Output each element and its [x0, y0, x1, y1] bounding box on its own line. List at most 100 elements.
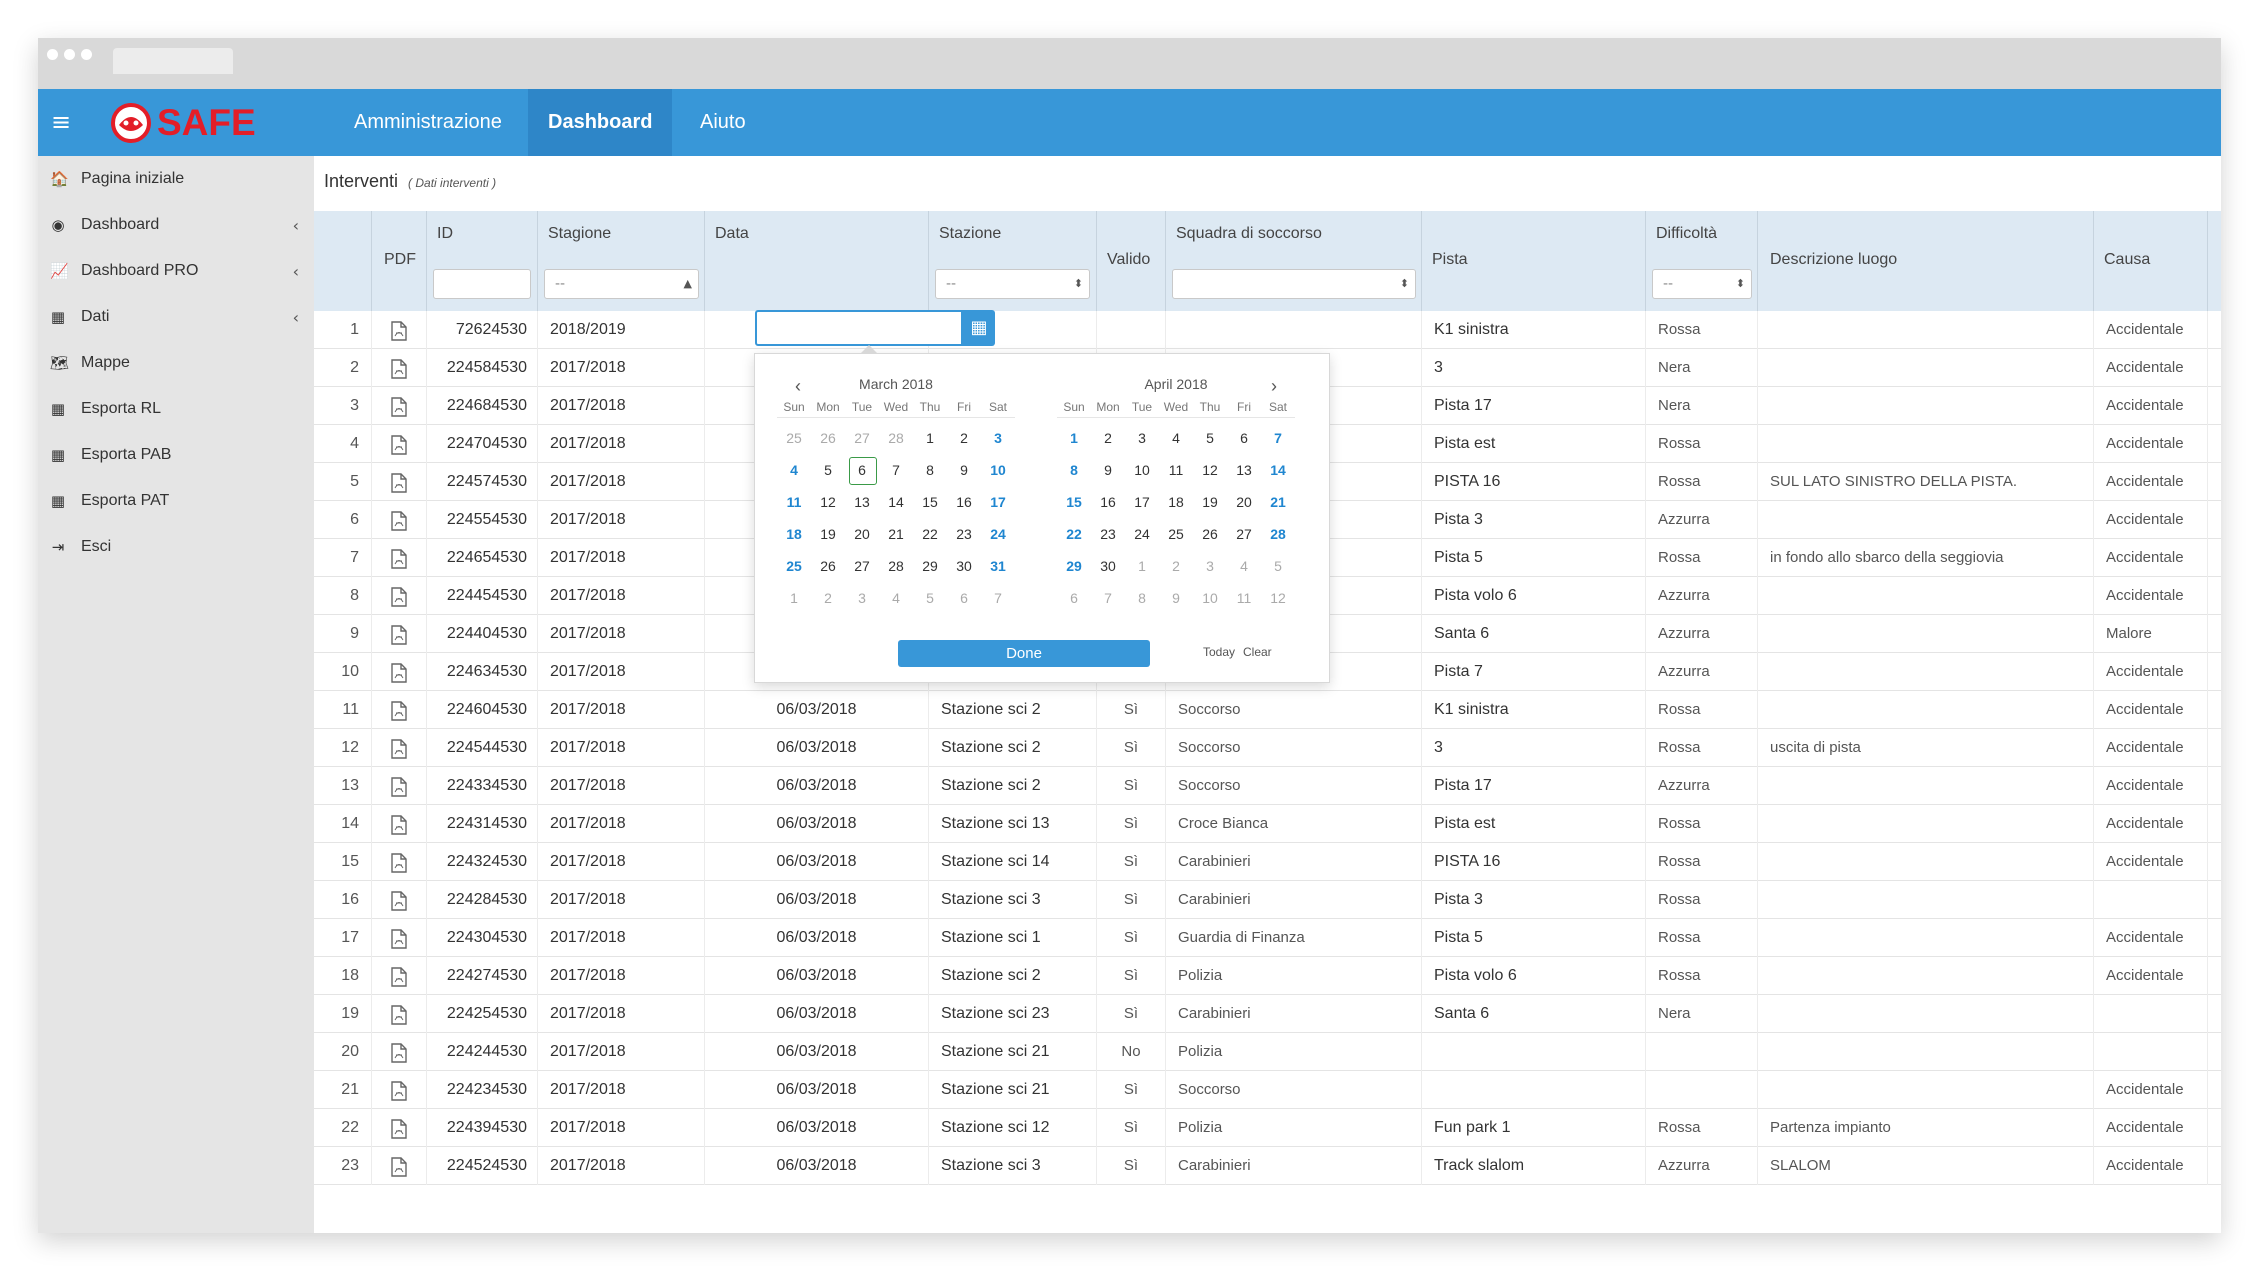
- chevron-left-icon[interactable]: ‹: [293, 262, 299, 281]
- window-dot-icon[interactable]: [64, 49, 75, 60]
- calendar-day[interactable]: 1: [1057, 422, 1091, 454]
- window-dot-icon[interactable]: [81, 49, 92, 60]
- app-logo[interactable]: SAFE: [111, 102, 256, 143]
- calendar-day[interactable]: 16: [1091, 486, 1125, 518]
- calendar-day[interactable]: 26: [811, 550, 845, 582]
- table-row[interactable]: 13 224334530 2017/2018 06/03/2018 Stazione s…: [314, 767, 2221, 805]
- header-difficolta[interactable]: Difficoltà -- ⬍: [1645, 211, 1757, 311]
- calendar-day[interactable]: 22: [1057, 518, 1091, 550]
- calendar-day[interactable]: 4: [879, 582, 913, 614]
- calendar-day[interactable]: 10: [1193, 582, 1227, 614]
- table-row[interactable]: 19 224254530 2017/2018 06/03/2018 Stazione s…: [314, 995, 2221, 1033]
- calendar-day[interactable]: 27: [845, 422, 879, 454]
- table-row[interactable]: 21 224234530 2017/2018 06/03/2018 Stazione s…: [314, 1071, 2221, 1109]
- calendar-day[interactable]: 12: [1261, 582, 1295, 614]
- sidebar-item-dashboard[interactable]: ◉ Dashboard ‹: [38, 202, 314, 248]
- sidebar-item-esci[interactable]: ⇥ Esci: [38, 524, 314, 570]
- calendar-day[interactable]: 4: [1227, 550, 1261, 582]
- calendar-day[interactable]: 6: [1227, 422, 1261, 454]
- clear-button[interactable]: Clear: [1243, 645, 1272, 659]
- calendar-day[interactable]: 9: [1159, 582, 1193, 614]
- pdf-icon[interactable]: [371, 425, 426, 463]
- calendar-day[interactable]: 29: [1057, 550, 1091, 582]
- calendar-day[interactable]: 26: [811, 422, 845, 454]
- nav-amministrazione[interactable]: Amministrazione: [334, 89, 522, 156]
- calendar-day[interactable]: 17: [981, 486, 1015, 518]
- calendar-day[interactable]: 14: [879, 486, 913, 518]
- header-pdf[interactable]: PDF: [371, 211, 426, 311]
- sidebar-item-esporta-pat[interactable]: ▦ Esporta PAT: [38, 478, 314, 524]
- hamburger-menu-icon[interactable]: ≡: [51, 107, 71, 137]
- calendar-day[interactable]: 2: [1091, 422, 1125, 454]
- calendar-day[interactable]: 22: [913, 518, 947, 550]
- calendar-day[interactable]: 25: [777, 550, 811, 582]
- pdf-icon[interactable]: [371, 729, 426, 767]
- pdf-icon[interactable]: [371, 501, 426, 539]
- calendar-day[interactable]: 5: [1261, 550, 1295, 582]
- header-causa[interactable]: Causa: [2093, 211, 2207, 311]
- calendar-day[interactable]: 3: [981, 422, 1015, 454]
- calendar-day[interactable]: 11: [1159, 454, 1193, 486]
- squadra-filter-select[interactable]: ⬍: [1172, 269, 1416, 299]
- table-row[interactable]: 20 224244530 2017/2018 06/03/2018 Stazione s…: [314, 1033, 2221, 1071]
- calendar-day[interactable]: 10: [1125, 454, 1159, 486]
- pdf-icon[interactable]: [371, 995, 426, 1033]
- pdf-icon[interactable]: [371, 539, 426, 577]
- pdf-icon[interactable]: [371, 919, 426, 957]
- calendar-day[interactable]: 29: [913, 550, 947, 582]
- pdf-icon[interactable]: [371, 957, 426, 995]
- calendar-day[interactable]: 8: [1125, 582, 1159, 614]
- calendar-day[interactable]: 28: [879, 422, 913, 454]
- sidebar-item-dashboard-pro[interactable]: 📈 Dashboard PRO ‹: [38, 248, 314, 294]
- sidebar-item-esporta-rl[interactable]: ▦ Esporta RL: [38, 386, 314, 432]
- calendar-day[interactable]: 5: [913, 582, 947, 614]
- calendar-day[interactable]: 26: [1193, 518, 1227, 550]
- calendar-day[interactable]: 20: [845, 518, 879, 550]
- table-row[interactable]: 23 224524530 2017/2018 06/03/2018 Stazione s…: [314, 1147, 2221, 1185]
- calendar-day[interactable]: 14: [1261, 454, 1295, 486]
- calendar-icon[interactable]: ▦: [963, 310, 995, 346]
- pdf-icon[interactable]: [371, 805, 426, 843]
- header-stazione[interactable]: Stazione -- ⬍: [928, 211, 1096, 311]
- header-descrizione[interactable]: Descrizione luogo: [1757, 211, 2093, 311]
- calendar-day[interactable]: 7: [1261, 422, 1295, 454]
- pdf-icon[interactable]: [371, 349, 426, 387]
- sidebar-item-pagina-iniziale[interactable]: 🏠 Pagina iniziale: [38, 156, 314, 202]
- calendar-day[interactable]: 24: [1125, 518, 1159, 550]
- difficolta-filter-select[interactable]: -- ⬍: [1652, 269, 1752, 299]
- pdf-icon[interactable]: [371, 311, 426, 349]
- header-id[interactable]: ID: [426, 211, 537, 311]
- calendar-day[interactable]: 12: [1193, 454, 1227, 486]
- pdf-icon[interactable]: [371, 653, 426, 691]
- calendar-day[interactable]: 12: [811, 486, 845, 518]
- calendar-day[interactable]: 7: [981, 582, 1015, 614]
- pdf-icon[interactable]: [371, 767, 426, 805]
- calendar-day[interactable]: 23: [947, 518, 981, 550]
- pdf-icon[interactable]: [371, 1071, 426, 1109]
- table-row[interactable]: 14 224314530 2017/2018 06/03/2018 Stazione s…: [314, 805, 2221, 843]
- calendar-day[interactable]: 9: [1091, 454, 1125, 486]
- pdf-icon[interactable]: [371, 1033, 426, 1071]
- calendar-day[interactable]: 27: [845, 550, 879, 582]
- data-filter-input[interactable]: [755, 310, 963, 346]
- calendar-day[interactable]: 25: [1159, 518, 1193, 550]
- calendar-day[interactable]: 25: [777, 422, 811, 454]
- calendar-day[interactable]: 30: [947, 550, 981, 582]
- pdf-icon[interactable]: [371, 1147, 426, 1185]
- pdf-icon[interactable]: [371, 577, 426, 615]
- calendar-day[interactable]: 21: [1261, 486, 1295, 518]
- table-row[interactable]: 12 224544530 2017/2018 06/03/2018 Stazione s…: [314, 729, 2221, 767]
- calendar-day[interactable]: 4: [1159, 422, 1193, 454]
- chevron-left-icon[interactable]: ‹: [293, 308, 299, 327]
- calendar-day[interactable]: 19: [811, 518, 845, 550]
- pdf-icon[interactable]: [371, 1109, 426, 1147]
- calendar-day[interactable]: 18: [1159, 486, 1193, 518]
- calendar-day[interactable]: 7: [879, 454, 913, 486]
- sidebar-item-dati[interactable]: ▦ Dati ‹: [38, 294, 314, 340]
- calendar-day[interactable]: 11: [1227, 582, 1261, 614]
- calendar-day[interactable]: 23: [1091, 518, 1125, 550]
- calendar-day[interactable]: 19: [1193, 486, 1227, 518]
- calendar-day[interactable]: 3: [1125, 422, 1159, 454]
- chevron-left-icon[interactable]: ‹: [293, 216, 299, 235]
- stagione-filter-select[interactable]: -- ▲: [544, 269, 699, 299]
